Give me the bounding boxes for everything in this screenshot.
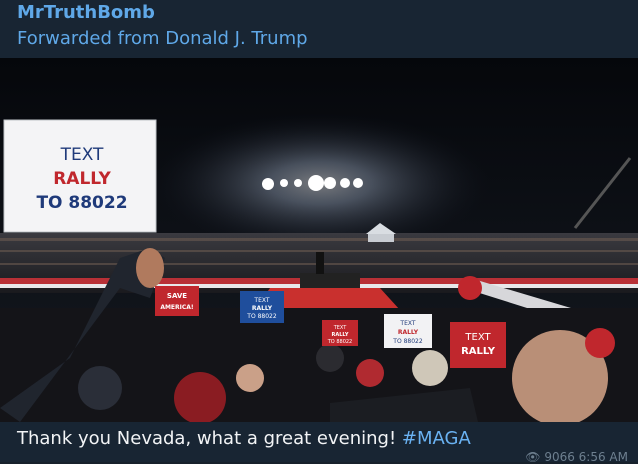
sign-large-line3: TO 88022	[36, 193, 127, 213]
message-header: MrTruthBomb Forwarded from Donald J. Tru…	[0, 0, 638, 58]
svg-text:TEXT: TEXT	[333, 325, 348, 331]
svg-text:TO 88022: TO 88022	[327, 339, 353, 345]
svg-text:RALLY: RALLY	[252, 305, 273, 312]
save-america-sign: SAVE AMERICA!	[155, 286, 199, 316]
rally-sign-white: TEXT RALLY TO 88022	[384, 314, 432, 348]
svg-text:TO 88022: TO 88022	[392, 338, 423, 345]
rally-sign-large: TEXT RALLY TO 88022	[3, 119, 157, 233]
sender-name[interactable]: MrTruthBomb	[17, 2, 155, 23]
sign-large-line1: TEXT	[60, 145, 104, 165]
sign-large-line2: RALLY	[53, 169, 111, 189]
hashtag-link[interactable]: #MAGA	[402, 428, 471, 449]
rally-sign-red-right: TEXT RALLY	[450, 322, 506, 368]
rally-sign-blue: TEXT RALLY TO 88022	[240, 291, 284, 323]
rally-photo-image: TEXT RALLY TO 88022 TEXT RALLY TO 88022 …	[0, 58, 638, 422]
svg-text:RALLY: RALLY	[461, 346, 496, 357]
svg-text:SAVE: SAVE	[167, 292, 187, 300]
svg-text:TEXT: TEXT	[464, 332, 491, 343]
message-bubble: MrTruthBomb Forwarded from Donald J. Tru…	[0, 0, 638, 464]
rally-sign-red: TEXT RALLY TO 88022	[322, 320, 358, 346]
message-caption: Thank you Nevada, what a great evening! …	[17, 428, 471, 449]
caption-text: Thank you Nevada, what a great evening!	[17, 428, 402, 449]
svg-text:TEXT: TEXT	[399, 320, 415, 327]
svg-text:AMERICA!: AMERICA!	[160, 304, 193, 311]
svg-text:TO 88022: TO 88022	[246, 313, 277, 320]
rally-photo[interactable]: TEXT RALLY TO 88022 TEXT RALLY TO 88022 …	[0, 58, 638, 422]
svg-text:RALLY: RALLY	[398, 329, 419, 336]
svg-text:RALLY: RALLY	[332, 332, 349, 338]
forwarded-from-label[interactable]: Forwarded from Donald J. Trump	[17, 28, 308, 49]
svg-text:TEXT: TEXT	[253, 297, 269, 304]
